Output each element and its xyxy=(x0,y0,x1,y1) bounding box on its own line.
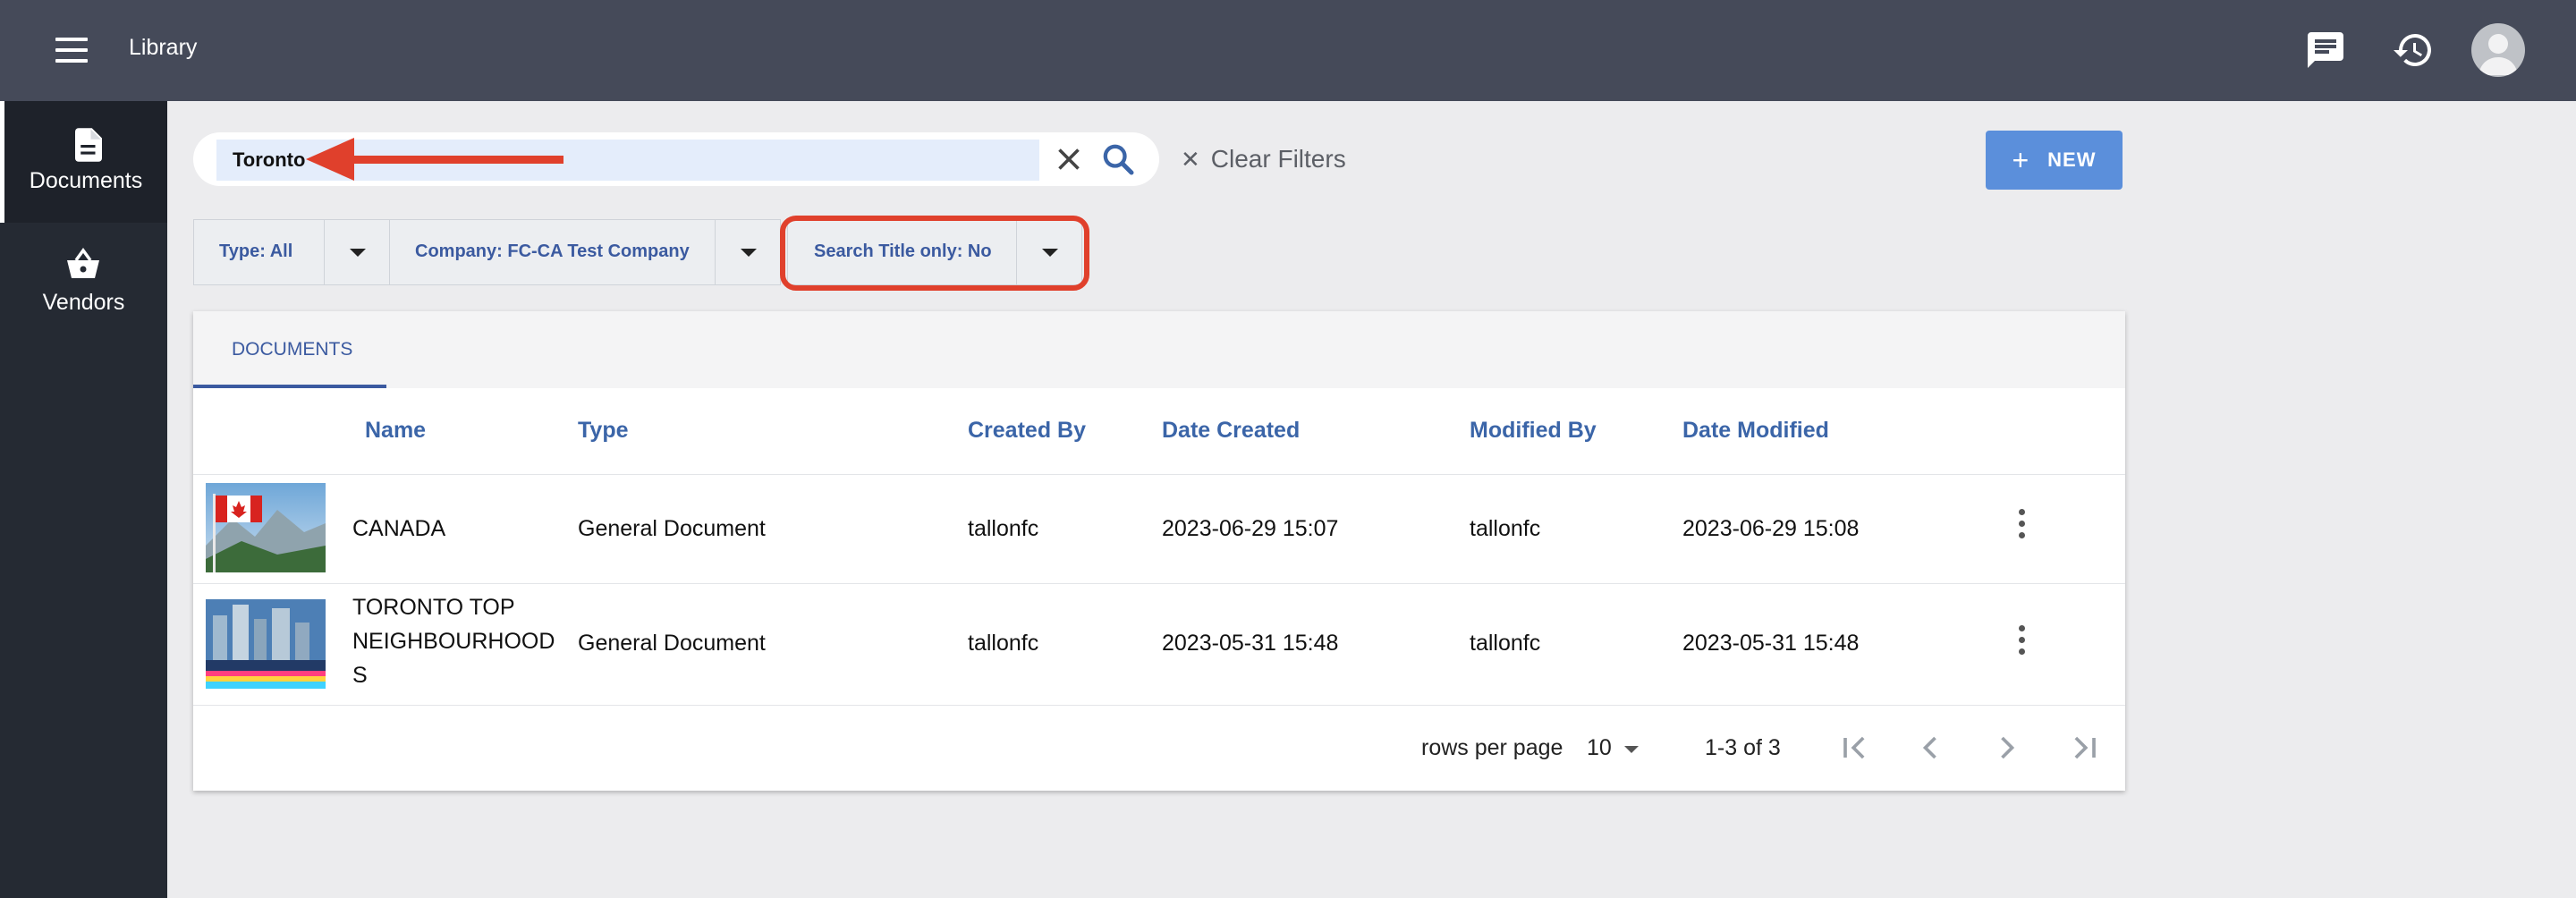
column-header-date-modified[interactable]: Date Modified xyxy=(1682,418,1829,444)
annotation-arrow xyxy=(306,138,564,181)
cell-type: General Document xyxy=(578,631,766,656)
sidebar: Documents Vendors xyxy=(0,101,167,898)
filter-value: No xyxy=(967,241,992,261)
rows-per-page-label: rows per page xyxy=(1421,735,1563,760)
table-row[interactable]: TORONTO TOP NEIGHBOURHOOD S General Docu… xyxy=(193,584,2125,704)
filter-type-dropdown[interactable] xyxy=(324,220,389,284)
sidebar-item-documents[interactable]: Documents xyxy=(0,101,167,223)
filter-search-title-only[interactable]: Search Title only: No xyxy=(787,219,1082,285)
document-thumbnail xyxy=(206,599,326,689)
column-header-type[interactable]: Type xyxy=(578,418,629,444)
column-header-date-created[interactable]: Date Created xyxy=(1162,418,1300,444)
filter-key: Company: xyxy=(415,241,503,261)
more-options-icon[interactable] xyxy=(2012,509,2030,548)
cell-date-modified: 2023-05-31 15:48 xyxy=(1682,631,1860,656)
caret-down-icon xyxy=(1624,746,1639,753)
menu-icon[interactable] xyxy=(55,38,88,63)
plus-icon: + xyxy=(2012,143,2030,176)
cell-type: General Document xyxy=(578,516,766,541)
column-header-created-by[interactable]: Created By xyxy=(968,418,1086,444)
cell-created-by: tallonfc xyxy=(968,631,1039,656)
caret-down-icon xyxy=(350,249,366,257)
search-icon[interactable] xyxy=(1100,141,1136,177)
filter-company[interactable]: Company: FC-CA Test Company xyxy=(389,219,781,285)
tab-bar: DOCUMENTS xyxy=(193,311,2125,388)
app-title: Library xyxy=(129,35,198,60)
filter-company-dropdown[interactable] xyxy=(715,220,780,284)
user-avatar-icon xyxy=(2479,34,2518,75)
clear-filters-button[interactable]: ✕ Clear Filters xyxy=(1181,145,1346,174)
filter-value: All xyxy=(269,241,293,261)
clear-filters-label: Clear Filters xyxy=(1210,145,1346,173)
filter-key: Type: xyxy=(219,241,266,261)
cell-name: S xyxy=(352,663,368,688)
more-options-icon[interactable] xyxy=(2012,625,2030,665)
column-header-modified-by[interactable]: Modified By xyxy=(1470,418,1597,444)
pagination-range: 1-3 of 3 xyxy=(1705,735,1781,760)
sidebar-item-label: Documents xyxy=(29,168,143,193)
avatar[interactable] xyxy=(2471,23,2525,77)
close-icon: ✕ xyxy=(1181,146,1200,173)
filter-type[interactable]: Type: All xyxy=(193,219,390,285)
sidebar-item-label: Vendors xyxy=(42,290,125,315)
cell-name: TORONTO TOP xyxy=(352,595,515,620)
document-icon xyxy=(75,128,102,162)
top-bar: Library xyxy=(0,0,2576,101)
cell-name: CANADA xyxy=(352,516,446,541)
cell-date-modified: 2023-06-29 15:08 xyxy=(1682,516,1860,541)
filter-search-title-dropdown[interactable] xyxy=(1016,220,1081,284)
next-page-icon[interactable] xyxy=(1987,728,2027,767)
divider xyxy=(193,705,2125,706)
table-row[interactable]: CANADA General Document tallonfc 2023-06… xyxy=(193,475,2125,582)
history-icon[interactable] xyxy=(2392,29,2435,72)
cell-modified-by: tallonfc xyxy=(1470,631,1541,656)
rows-per-page-select[interactable]: 10 xyxy=(1587,732,1649,764)
cell-date-created: 2023-06-29 15:07 xyxy=(1162,516,1339,541)
first-page-icon[interactable] xyxy=(1835,728,1875,767)
prev-page-icon[interactable] xyxy=(1911,728,1950,767)
caret-down-icon xyxy=(1042,249,1058,257)
sidebar-item-vendors[interactable]: Vendors xyxy=(0,223,167,344)
tab-active-indicator xyxy=(193,385,386,388)
documents-card: DOCUMENTS Name Type Created By Date Crea… xyxy=(193,311,2125,791)
cell-modified-by: tallonfc xyxy=(1470,516,1541,541)
new-button-label: NEW xyxy=(2047,148,2097,171)
new-button[interactable]: + NEW xyxy=(1986,131,2123,190)
chat-icon[interactable] xyxy=(2304,29,2347,72)
basket-icon xyxy=(67,248,99,278)
column-header-name[interactable]: Name xyxy=(365,418,426,444)
cell-name: NEIGHBOURHOOD xyxy=(352,629,555,654)
clear-search-icon[interactable] xyxy=(1053,143,1085,175)
tab-label: DOCUMENTS xyxy=(232,339,353,360)
caret-down-icon xyxy=(741,249,757,257)
last-page-icon[interactable] xyxy=(2064,728,2104,767)
filter-value: FC-CA Test Company xyxy=(507,241,690,261)
rows-per-page-value: 10 xyxy=(1587,735,1612,760)
tab-documents[interactable]: DOCUMENTS xyxy=(193,311,386,388)
cell-date-created: 2023-05-31 15:48 xyxy=(1162,631,1339,656)
filter-key: Search Title only: xyxy=(814,241,963,261)
document-thumbnail xyxy=(206,483,326,572)
cell-created-by: tallonfc xyxy=(968,516,1039,541)
